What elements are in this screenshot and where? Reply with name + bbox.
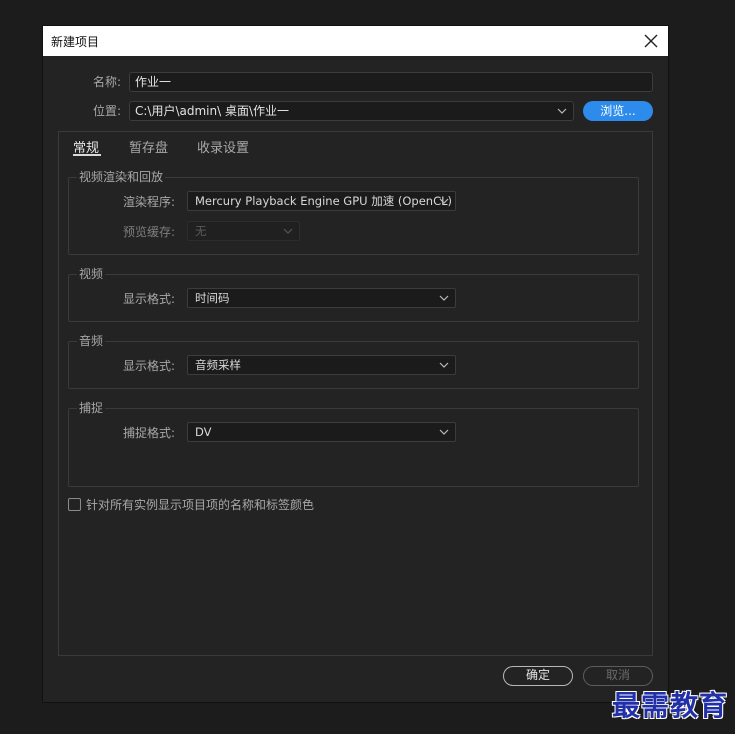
cancel-button: 取消 bbox=[583, 666, 653, 686]
cancel-label: 取消 bbox=[605, 668, 630, 682]
name-label: 名称: bbox=[93, 75, 122, 89]
video-format-label: 显示格式: bbox=[123, 292, 176, 306]
renderer-value: Mercury Playback Engine GPU 加速 (OpenCL) bbox=[195, 194, 453, 208]
capture-format-value: DV bbox=[195, 425, 212, 439]
capture-format-label: 捕捉格式: bbox=[123, 426, 176, 440]
location-select[interactable]: C:\用户\admin\ 桌面\作业一 bbox=[129, 101, 574, 121]
renderer-select[interactable]: Mercury Playback Engine GPU 加速 (OpenCL) bbox=[187, 191, 456, 211]
browse-label: 浏览... bbox=[600, 104, 636, 118]
title-bar: 新建项目 bbox=[43, 26, 668, 56]
video-format-value: 时间码 bbox=[195, 291, 230, 305]
chevron-down-icon bbox=[439, 198, 449, 204]
show-labels-checkbox[interactable] bbox=[68, 498, 81, 511]
group-capture bbox=[68, 408, 639, 487]
close-icon[interactable] bbox=[640, 30, 662, 52]
group-video-render-title: 视频渲染和回放 bbox=[77, 168, 166, 185]
capture-format-select[interactable]: DV bbox=[187, 422, 456, 442]
preview-cache-select: 无 bbox=[187, 221, 300, 241]
chevron-down-icon bbox=[557, 108, 567, 114]
preview-cache-label: 预览缓存: bbox=[123, 225, 176, 239]
audio-format-label: 显示格式: bbox=[123, 359, 176, 373]
browse-button[interactable]: 浏览... bbox=[583, 101, 653, 121]
active-tab-indicator bbox=[73, 154, 101, 156]
chevron-down-icon bbox=[439, 295, 449, 301]
chevron-down-icon bbox=[439, 362, 449, 368]
location-label: 位置: bbox=[93, 104, 122, 118]
tab-ingest-settings[interactable]: 收录设置 bbox=[197, 137, 249, 156]
audio-format-value: 音频采样 bbox=[195, 358, 241, 372]
renderer-label: 渲染程序: bbox=[123, 195, 176, 209]
preview-cache-value: 无 bbox=[195, 224, 207, 238]
group-video-render bbox=[68, 177, 639, 255]
ok-button[interactable]: 确定 bbox=[503, 666, 573, 686]
chevron-down-icon bbox=[283, 228, 293, 234]
chevron-down-icon bbox=[439, 429, 449, 435]
show-labels-label: 针对所有实例显示项目项的名称和标签颜色 bbox=[86, 498, 315, 512]
audio-format-select[interactable]: 音频采样 bbox=[187, 355, 456, 375]
tab-scratch-disks[interactable]: 暂存盘 bbox=[129, 137, 168, 156]
group-video-title: 视频 bbox=[77, 265, 106, 282]
group-audio-title: 音频 bbox=[77, 332, 106, 349]
name-value: 作业一 bbox=[135, 75, 172, 89]
ok-label: 确定 bbox=[525, 668, 550, 682]
location-value: C:\用户\admin\ 桌面\作业一 bbox=[135, 104, 290, 118]
new-project-dialog: 新建项目 名称: 作业一 位置: C:\用户\admin\ 桌面\作业一 浏览.… bbox=[43, 26, 668, 702]
dialog-title: 新建项目 bbox=[51, 35, 100, 49]
video-format-select[interactable]: 时间码 bbox=[187, 288, 456, 308]
watermark-logo: 最需教育 bbox=[612, 689, 729, 722]
name-input[interactable]: 作业一 bbox=[129, 72, 653, 92]
group-capture-title: 捕捉 bbox=[77, 399, 106, 416]
